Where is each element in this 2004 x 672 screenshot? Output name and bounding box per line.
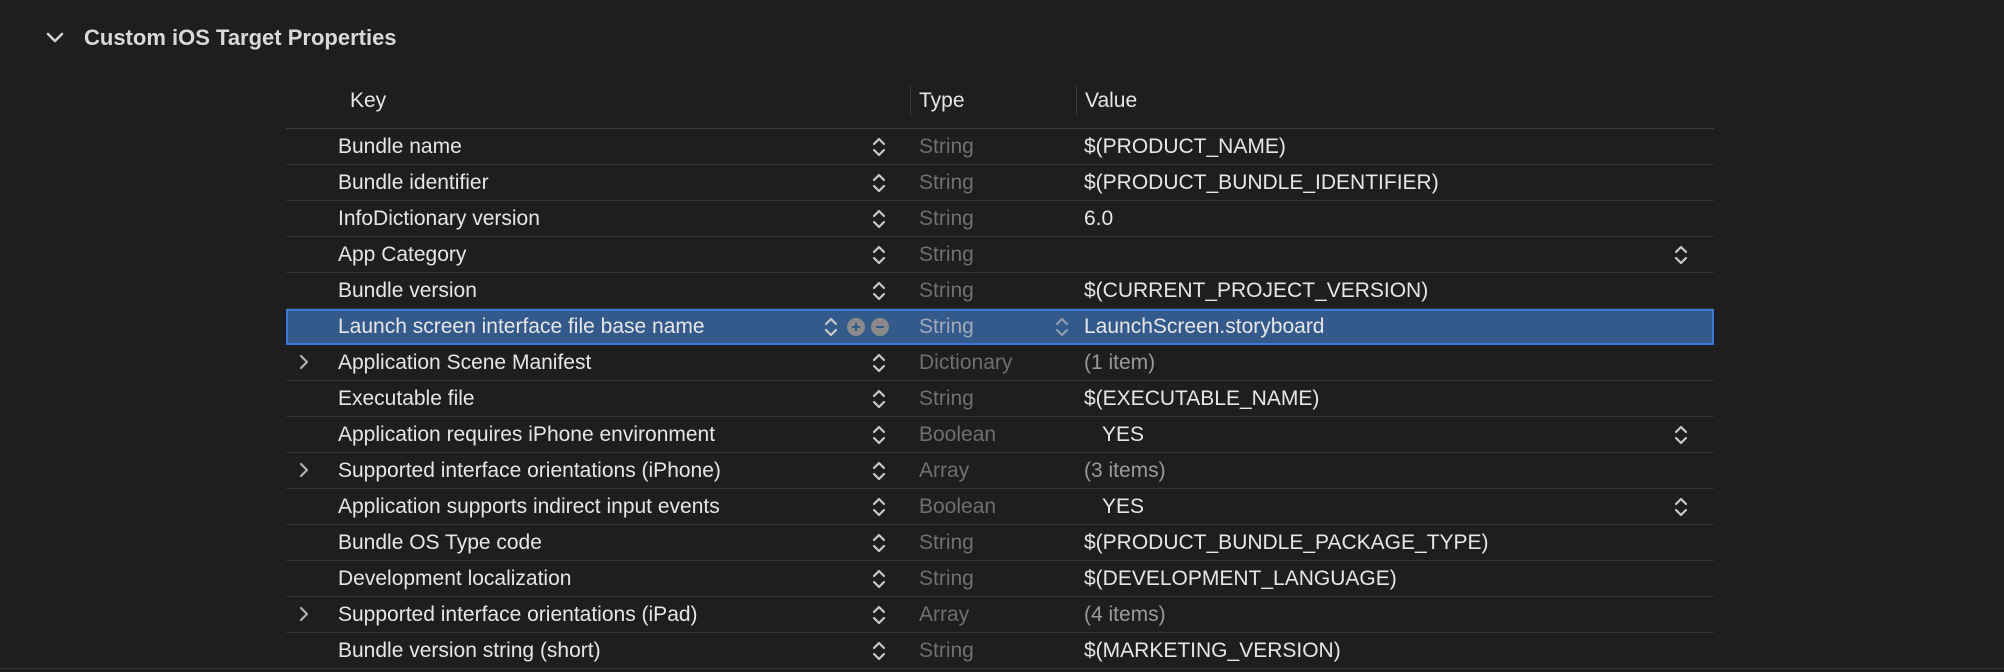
row-type: String xyxy=(919,207,974,230)
table-row[interactable]: InfoDictionary version String 6.0 xyxy=(286,201,1714,237)
divider xyxy=(0,668,2004,669)
up-down-stepper-icon[interactable] xyxy=(1672,496,1690,518)
row-type: String xyxy=(919,279,974,302)
row-value[interactable]: $(CURRENT_PROJECT_VERSION) xyxy=(1084,273,1428,308)
table-row[interactable]: Executable file String $(EXECUTABLE_NAME) xyxy=(286,381,1714,417)
row-type: Dictionary xyxy=(919,351,1013,374)
up-down-stepper-icon[interactable] xyxy=(870,604,888,626)
row-value[interactable]: (1 item) xyxy=(1084,345,1155,380)
row-value[interactable]: LaunchScreen.storyboard xyxy=(1084,309,1325,344)
up-down-stepper-icon[interactable] xyxy=(870,280,888,302)
column-header-value[interactable]: Value xyxy=(1076,86,1137,116)
table-row[interactable]: Development localization String $(DEVELOPM… xyxy=(286,561,1714,597)
row-value[interactable]: $(PRODUCT_BUNDLE_PACKAGE_TYPE) xyxy=(1084,525,1489,560)
up-down-stepper-icon[interactable] xyxy=(870,640,888,662)
row-type: String xyxy=(919,531,974,554)
table-row[interactable]: Bundle OS Type code String $(PRODUCT_BUNDL… xyxy=(286,525,1714,561)
plus-circle-icon[interactable] xyxy=(847,318,865,336)
up-down-stepper-icon[interactable] xyxy=(870,388,888,410)
row-value[interactable]: $(DEVELOPMENT_LANGUAGE) xyxy=(1084,561,1397,596)
row-type: Array xyxy=(919,459,970,482)
up-down-stepper-icon[interactable] xyxy=(870,208,888,230)
column-header-key[interactable]: Key xyxy=(350,82,386,120)
row-type: String xyxy=(919,639,974,662)
row-value[interactable]: YES xyxy=(1102,417,1144,452)
row-value[interactable]: (4 items) xyxy=(1084,597,1166,632)
table-row[interactable]: Bundle name String $(PRODUCT_NAME) xyxy=(286,129,1714,165)
table-row[interactable]: Supported interface orientations (iPhone… xyxy=(286,453,1714,489)
column-header-type[interactable]: Type xyxy=(910,86,965,116)
table-row[interactable]: Application requires iPhone environment B… xyxy=(286,417,1714,453)
up-down-stepper-icon[interactable] xyxy=(870,352,888,374)
row-type: String xyxy=(919,567,974,590)
table-row[interactable]: Launch screen interface file base name St… xyxy=(286,309,1714,345)
row-key[interactable]: Launch screen interface file base name xyxy=(338,309,705,344)
up-down-stepper-icon[interactable] xyxy=(870,532,888,554)
row-value[interactable]: (3 items) xyxy=(1084,453,1166,488)
up-down-stepper-icon[interactable] xyxy=(870,172,888,194)
up-down-stepper-icon[interactable] xyxy=(822,316,840,338)
row-key[interactable]: Executable file xyxy=(338,381,475,416)
table-row[interactable]: Supported interface orientations (iPad) A… xyxy=(286,597,1714,633)
up-down-stepper-icon[interactable] xyxy=(1053,316,1071,338)
row-value[interactable]: 6.0 xyxy=(1084,201,1113,236)
row-key[interactable]: Bundle identifier xyxy=(338,165,489,200)
up-down-stepper-icon[interactable] xyxy=(1672,424,1690,446)
minus-circle-icon[interactable] xyxy=(871,318,889,336)
chevron-down-icon[interactable] xyxy=(42,25,68,51)
row-value[interactable]: $(MARKETING_VERSION) xyxy=(1084,633,1341,668)
row-value[interactable]: $(EXECUTABLE_NAME) xyxy=(1084,381,1319,416)
row-value[interactable]: YES xyxy=(1102,489,1144,524)
row-key[interactable]: Bundle version string (short) xyxy=(338,633,601,668)
section-header[interactable]: Custom iOS Target Properties xyxy=(42,20,397,56)
up-down-stepper-icon[interactable] xyxy=(1672,244,1690,266)
row-type: Array xyxy=(919,603,970,626)
row-key[interactable]: Bundle OS Type code xyxy=(338,525,542,560)
table-row[interactable]: Bundle identifier String $(PRODUCT_BUNDLE_… xyxy=(286,165,1714,201)
up-down-stepper-icon[interactable] xyxy=(870,424,888,446)
row-type: String xyxy=(919,135,974,158)
row-type: String xyxy=(919,387,974,410)
chevron-right-icon[interactable] xyxy=(292,602,316,626)
row-type: String xyxy=(919,243,974,266)
up-down-stepper-icon[interactable] xyxy=(870,496,888,518)
row-key[interactable]: App Category xyxy=(338,237,466,272)
table-row[interactable]: Bundle version String $(CURRENT_PROJECT_VE… xyxy=(286,273,1714,309)
table-row[interactable]: App Category String xyxy=(286,237,1714,273)
row-key[interactable]: Application supports indirect input even… xyxy=(338,489,720,524)
row-key[interactable]: Supported interface orientations (iPhone… xyxy=(338,453,721,488)
up-down-stepper-icon[interactable] xyxy=(870,244,888,266)
row-type: String xyxy=(919,315,974,338)
row-key[interactable]: Supported interface orientations (iPad) xyxy=(338,597,698,632)
row-key[interactable]: Development localization xyxy=(338,561,571,596)
row-key[interactable]: Application requires iPhone environment xyxy=(338,417,715,452)
row-type: String xyxy=(919,171,974,194)
row-value[interactable]: $(PRODUCT_BUNDLE_IDENTIFIER) xyxy=(1084,165,1439,200)
row-key[interactable]: InfoDictionary version xyxy=(338,201,540,236)
row-key[interactable]: Bundle version xyxy=(338,273,477,308)
properties-table: Key Type Value Bundle name String $(PRODUC… xyxy=(286,82,1714,669)
row-key[interactable]: Bundle name xyxy=(338,129,462,164)
table-header: Key Type Value xyxy=(286,82,1714,129)
row-type: Boolean xyxy=(919,423,997,446)
table-row[interactable]: Bundle version string (short) String $(MAR… xyxy=(286,633,1714,669)
table-row[interactable]: Application supports indirect input even… xyxy=(286,489,1714,525)
table-row[interactable]: Application Scene Manifest Dictionary (1 i… xyxy=(286,345,1714,381)
row-type: Boolean xyxy=(919,495,997,518)
chevron-right-icon[interactable] xyxy=(292,350,316,374)
table-body: Bundle name String $(PRODUCT_NAME) Bundle i… xyxy=(286,129,1714,669)
up-down-stepper-icon[interactable] xyxy=(870,568,888,590)
row-key[interactable]: Application Scene Manifest xyxy=(338,345,591,380)
up-down-stepper-icon[interactable] xyxy=(870,136,888,158)
chevron-right-icon[interactable] xyxy=(292,458,316,482)
up-down-stepper-icon[interactable] xyxy=(870,460,888,482)
section-title: Custom iOS Target Properties xyxy=(84,25,397,50)
row-value[interactable]: $(PRODUCT_NAME) xyxy=(1084,129,1286,164)
